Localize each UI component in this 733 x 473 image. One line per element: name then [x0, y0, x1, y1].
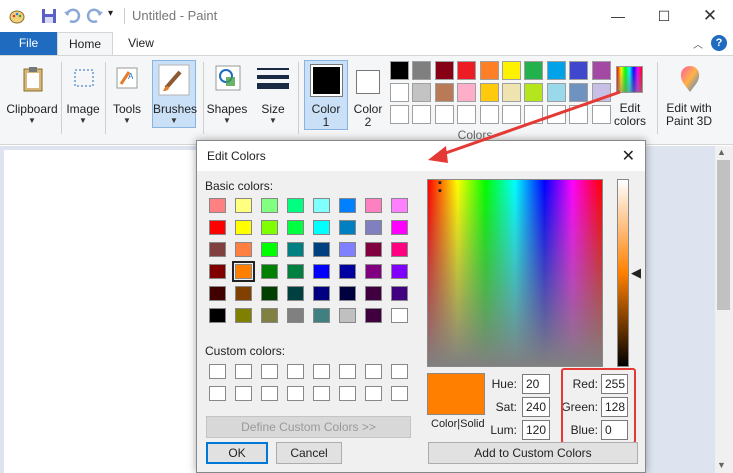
arrow-shaft: [439, 90, 621, 157]
annotation-arrow: [428, 90, 621, 163]
arrow-head-icon: [428, 146, 448, 163]
